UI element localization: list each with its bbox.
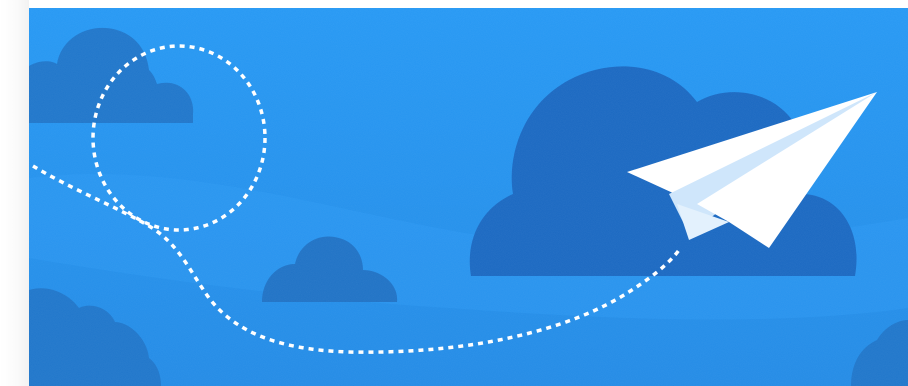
image-frame [0,0,908,386]
illustration-svg [29,8,908,386]
paper-plane-illustration [29,8,908,386]
left-border [0,0,29,386]
top-border [29,0,908,8]
